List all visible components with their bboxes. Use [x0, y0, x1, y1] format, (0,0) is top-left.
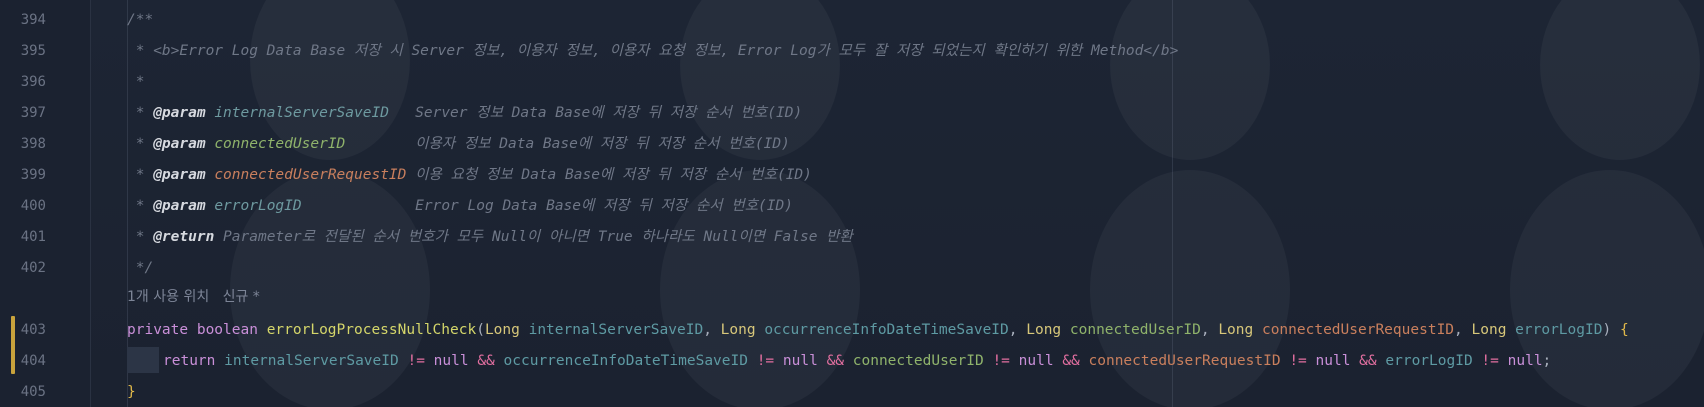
param-type: Long — [1026, 322, 1062, 338]
javadoc-tag: @param — [153, 136, 206, 152]
param-type: Long — [1218, 322, 1254, 338]
operator: != — [1481, 353, 1499, 369]
check-var: errorLogID — [1385, 353, 1473, 369]
line-number[interactable]: 401 — [0, 227, 46, 247]
javadoc-param-name: internalServerSaveID — [214, 105, 389, 121]
open-brace: { — [1619, 322, 1629, 338]
check-var: internalServerSaveID — [224, 353, 399, 369]
method-signature[interactable]: private boolean errorLogProcessNullCheck… — [127, 320, 1629, 340]
operator: != — [407, 353, 425, 369]
close-brace[interactable]: } — [127, 382, 136, 402]
line-number[interactable]: 394 — [0, 10, 46, 30]
return-keyword: return — [163, 353, 216, 369]
vcs-change-marker[interactable] — [11, 316, 15, 374]
spacing — [302, 198, 416, 214]
line-number[interactable]: 399 — [0, 165, 46, 185]
javadoc-tag: @return — [153, 229, 215, 245]
return-type: boolean — [196, 322, 258, 338]
javadoc-param-line[interactable]: * @param internalServerSaveID Server 정보 … — [127, 103, 802, 123]
check-var: occurrenceInfoDateTimeSaveID — [503, 353, 748, 369]
javadoc-tag: @param — [153, 167, 206, 183]
check-var: connectedUserID — [852, 353, 984, 369]
line-number[interactable]: 397 — [0, 103, 46, 123]
javadoc-param-name: connectedUserRequestID — [214, 167, 407, 183]
null-keyword: null — [1018, 353, 1054, 369]
javadoc-close[interactable]: */ — [127, 258, 153, 278]
operator: != — [992, 353, 1010, 369]
javadoc-param-desc: Error Log Data Base에 저장 뒤 저장 순서 번호(ID) — [415, 198, 793, 214]
param-name: occurrenceInfoDateTimeSaveID — [764, 322, 1009, 338]
spacing — [345, 136, 415, 152]
javadoc-param-desc: Server 정보 Data Base에 저장 뒤 저장 순서 번호(ID) — [415, 105, 803, 121]
line-number[interactable]: 400 — [0, 196, 46, 216]
check-var: connectedUserRequestID — [1088, 353, 1281, 369]
javadoc-param-line[interactable]: * @param connectedUserRequestID 이용 요청 정보… — [127, 165, 812, 185]
null-keyword: null — [1507, 353, 1543, 369]
javadoc-param-line[interactable]: * @param errorLogID Error Log Data Base에… — [127, 196, 793, 216]
javadoc-summary[interactable]: * <b>Error Log Data Base 저장 시 Server 정보,… — [127, 41, 1179, 61]
null-keyword: null — [1315, 353, 1351, 369]
param-type: Long — [1471, 322, 1507, 338]
param-name: internalServerSaveID — [528, 322, 704, 338]
line-number-gutter[interactable]: 394 395 396 397 398 399 400 401 402 403 … — [0, 0, 91, 407]
right-margin-guide — [1172, 0, 1173, 407]
line-number[interactable]: 395 — [0, 41, 46, 61]
null-keyword: null — [782, 353, 818, 369]
line-number[interactable]: 405 — [0, 382, 46, 402]
javadoc-param-desc: 이용자 정보 Data Base에 저장 뒤 저장 순서 번호(ID) — [415, 136, 790, 152]
param-name: connectedUserRequestID — [1261, 322, 1455, 338]
javadoc-return-line[interactable]: * @return Parameter로 전달된 순서 번호가 모두 Null이… — [127, 227, 853, 247]
javadoc-param-name: connectedUserID — [214, 136, 346, 152]
line-number[interactable]: 403 — [0, 320, 46, 340]
javadoc-param-desc: 이용 요청 정보 Data Base에 저장 뒤 저장 순서 번호(ID) — [415, 167, 812, 183]
return-statement[interactable]: return internalServerSaveID != null && o… — [163, 351, 1551, 371]
operator: && — [1359, 353, 1377, 369]
indent-highlight — [127, 347, 159, 373]
spacing — [389, 105, 415, 121]
line-number[interactable]: 404 — [0, 351, 46, 371]
param-type: Long — [484, 322, 520, 338]
line-number[interactable]: 396 — [0, 72, 46, 92]
code-vision-hint[interactable]: 1개 사용 위치 신규 * — [127, 287, 260, 307]
method-name: errorLogProcessNullCheck — [266, 322, 477, 338]
modifier-keyword: private — [127, 322, 189, 338]
javadoc-open[interactable]: /** — [127, 10, 153, 30]
javadoc-tag: @param — [153, 198, 206, 214]
null-keyword: null — [433, 353, 469, 369]
code-editor[interactable]: 394 395 396 397 398 399 400 401 402 403 … — [0, 0, 1704, 407]
author-hint[interactable]: 신규 * — [223, 289, 260, 305]
javadoc-param-name: errorLogID — [214, 198, 302, 214]
operator: && — [477, 353, 495, 369]
spacing — [406, 167, 415, 183]
param-name: connectedUserID — [1069, 322, 1201, 338]
param-name: errorLogID — [1515, 322, 1603, 338]
javadoc-tag: @param — [153, 105, 206, 121]
javadoc-return-desc: Parameter로 전달된 순서 번호가 모두 Null이 아니면 True … — [223, 229, 853, 245]
usages-hint[interactable]: 1개 사용 위치 — [127, 289, 209, 305]
operator: != — [756, 353, 775, 369]
param-type: Long — [720, 322, 756, 338]
operator: && — [826, 353, 845, 369]
line-number[interactable]: 402 — [0, 258, 46, 278]
javadoc-blank-line[interactable]: * — [127, 72, 145, 92]
javadoc-param-line[interactable]: * @param connectedUserID 이용자 정보 Data Bas… — [127, 134, 790, 154]
operator: != — [1289, 353, 1307, 369]
operator: && — [1062, 353, 1080, 369]
line-number[interactable]: 398 — [0, 134, 46, 154]
